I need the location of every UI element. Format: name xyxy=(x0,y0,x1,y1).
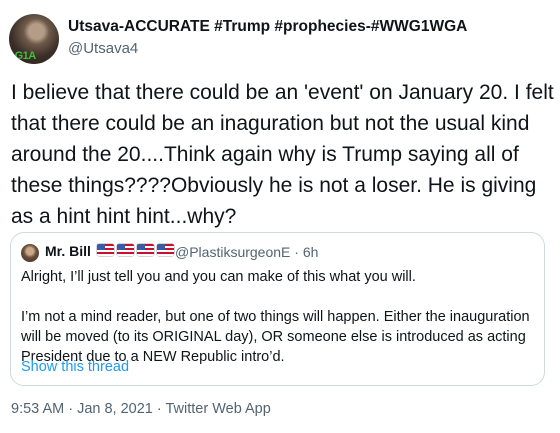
author-handle[interactable]: @Utsava4 xyxy=(68,40,138,57)
us-flag-icon xyxy=(137,244,154,256)
us-flag-icon xyxy=(97,244,114,256)
quoted-paragraph: I’m not a mind reader, but one of two th… xyxy=(21,309,530,365)
author-display-name[interactable]: Utsava-ACCURATE #Trump #prophecies-#WWG1… xyxy=(68,18,467,36)
quoted-author-avatar[interactable] xyxy=(21,244,39,262)
us-flag-icon xyxy=(117,244,134,256)
avatar-tag: 1G1A xyxy=(9,50,36,62)
show-thread-link[interactable]: Show this thread xyxy=(21,359,129,375)
quoted-paragraph: Alright, I’ll just tell you and you can … xyxy=(21,269,416,285)
tweet-text: I believe that there could be an 'event'… xyxy=(11,81,554,228)
flag-emojis xyxy=(97,244,174,256)
author-avatar[interactable]: 1G1A xyxy=(9,14,59,64)
quoted-author-name[interactable]: Mr. Bill xyxy=(45,243,91,259)
quoted-handle-time[interactable]: @PlastiksurgeonE · 6h xyxy=(175,244,318,260)
tweet-timestamp[interactable]: 9:53 AM · Jan 8, 2021 · Twitter Web App xyxy=(11,401,271,417)
quoted-tweet[interactable]: Mr. Bill @PlastiksurgeonE · 6h Alright, … xyxy=(10,232,545,386)
tweet: 1G1A Utsava-ACCURATE #Trump #prophecies-… xyxy=(0,0,560,433)
us-flag-icon xyxy=(157,244,174,256)
